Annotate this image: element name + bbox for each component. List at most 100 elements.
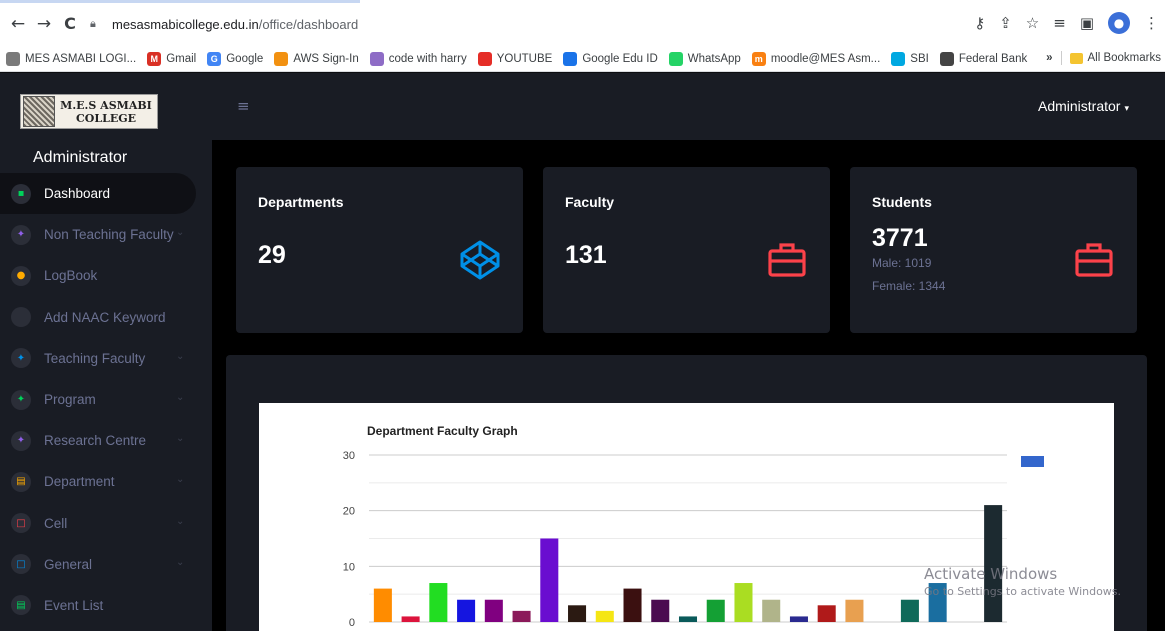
bookmark-item[interactable]: Google Edu ID <box>563 51 658 66</box>
bookmark-item[interactable]: SBI <box>891 51 929 66</box>
sidebar-item-dashboard[interactable]: ▪ Dashboard <box>0 173 196 215</box>
y-tick-label: 10 <box>343 561 355 573</box>
bookmark-item[interactable]: Federal Bank <box>939 51 1027 66</box>
bookmark-item[interactable]: AWS Sign-In <box>274 51 359 66</box>
logo-text: M.E.S ASMABI COLLEGE <box>55 99 157 125</box>
card-title: Departments <box>258 194 344 210</box>
sidebar-item-label: Non Teaching Faculty <box>44 227 174 243</box>
profile-avatar-icon[interactable]: ● <box>1108 12 1130 34</box>
watermark-subtitle: Go to Settings to activate Windows. <box>924 585 1122 598</box>
card-title: Faculty <box>565 194 615 210</box>
sidebar-item-logbook[interactable]: ● LogBook <box>0 255 212 296</box>
teaching-icon: ✦ <box>11 348 31 369</box>
event-icon: ▤ <box>11 595 31 616</box>
sidebar-item-add-naac-keyword[interactable]: Add NAAC Keyword <box>0 297 212 338</box>
share-icon[interactable]: ⇪ <box>999 14 1012 32</box>
back-arrow-icon[interactable]: ← <box>8 14 28 34</box>
main-content: Departments 29 Faculty 131 Students 3771… <box>212 140 1165 631</box>
sidebar-item-program[interactable]: ✦ Program ⌄ <box>0 379 212 420</box>
bookmark-item[interactable]: code with harry <box>369 51 467 66</box>
sidebar-item-label: General <box>44 556 93 572</box>
sidebar-item-label: LogBook <box>44 268 98 284</box>
bar <box>429 583 448 622</box>
bookmarks-overflow[interactable]: » All Bookmarks <box>1040 51 1161 65</box>
reload-icon[interactable]: C <box>60 14 80 34</box>
bar <box>706 599 725 622</box>
sidebar-item-label: Program <box>44 392 96 408</box>
bar <box>457 599 476 622</box>
kebab-menu-icon[interactable]: ⋮ <box>1144 14 1159 32</box>
chevron-down-icon: ⌄ <box>176 474 185 486</box>
sidebar: M.E.S ASMABI COLLEGE Administrator ▪ Dash… <box>0 73 212 631</box>
keyword-icon <box>11 307 31 328</box>
forward-arrow-icon[interactable]: → <box>34 14 54 34</box>
research-icon: ✦ <box>11 430 31 451</box>
bookmark-favicon-icon <box>477 51 492 66</box>
college-logo[interactable]: M.E.S ASMABI COLLEGE <box>20 94 158 129</box>
bookmark-item[interactable]: YOUTUBE <box>477 51 553 66</box>
hamburger-menu-icon[interactable]: ≡ <box>237 97 250 115</box>
bookmark-item[interactable]: WhatsApp <box>668 51 741 66</box>
bookmark-item[interactable]: G Google <box>207 51 264 66</box>
sidebar-item-label: Dashboard <box>44 186 111 202</box>
sidebar-item-event-list[interactable]: ▤ Event List <box>0 585 212 626</box>
card-value: 29 <box>258 241 286 269</box>
sidebar-item-general[interactable]: □ General ⌄ <box>0 544 212 585</box>
sidebar-item-label: Teaching Faculty <box>44 350 146 366</box>
user-dropdown[interactable]: Administrator ▾ <box>1038 98 1129 114</box>
address-bar[interactable]: 🔒︎ mesasmabicollege.edu.in/office/dashbo… <box>90 10 650 38</box>
cell-icon: □ <box>11 513 31 534</box>
star-icon[interactable]: ☆ <box>1026 14 1039 32</box>
sidebar-item-non-teaching-faculty[interactable]: ✦ Non Teaching Faculty ⌄ <box>0 214 212 255</box>
bookmark-favicon-icon <box>563 51 578 66</box>
bar <box>900 599 919 622</box>
legend-swatch <box>1021 456 1044 467</box>
caret-down-icon: ▾ <box>1124 104 1129 114</box>
app-root: M.E.S ASMABI COLLEGE Administrator ▪ Dash… <box>0 73 1165 631</box>
bookmark-label: SBI <box>910 52 929 65</box>
female-count: Female: 1344 <box>872 279 946 293</box>
bookmark-favicon-icon <box>668 51 683 66</box>
bar <box>984 505 1003 622</box>
sidebar-item-research-centre[interactable]: ✦ Research Centre ⌄ <box>0 420 212 461</box>
codepen-icon <box>460 240 500 280</box>
card-title: Students <box>872 194 932 210</box>
sidebar-item-cell[interactable]: □ Cell ⌄ <box>0 503 212 544</box>
sidebar-item-teaching-faculty[interactable]: ✦ Teaching Faculty ⌄ <box>0 338 212 379</box>
bookmark-item[interactable]: MES ASMABI LOGI... <box>6 51 137 66</box>
bookmark-favicon-icon <box>939 51 954 66</box>
chevron-down-icon: ⌄ <box>176 433 185 445</box>
y-tick-label: 0 <box>349 617 355 629</box>
logo-line-2: COLLEGE <box>76 111 136 125</box>
bookmark-label: MES ASMABI LOGI... <box>25 52 137 65</box>
bookmark-label: YOUTUBE <box>496 52 553 65</box>
bookmark-item[interactable]: m moodle@MES Asm... <box>751 51 880 66</box>
bookmark-item[interactable]: M Gmail <box>147 51 196 66</box>
bar <box>540 538 559 622</box>
overflow-chevron-icon[interactable]: » <box>1046 52 1052 64</box>
separator <box>1060 51 1062 65</box>
chevron-down-icon: ⌄ <box>176 556 185 568</box>
bookmark-favicon-icon <box>369 51 384 66</box>
reading-list-icon[interactable]: ≡ <box>1053 14 1066 32</box>
side-panel-icon[interactable]: ▣ <box>1080 14 1094 32</box>
y-tick-label: 20 <box>343 506 355 518</box>
male-count: Male: 1019 <box>872 256 932 270</box>
bookmark-label: Google <box>226 52 264 65</box>
sidebar-profile-name: Administrator <box>33 149 128 166</box>
bookmarks-bar: MES ASMABI LOGI... M Gmail G Google AWS Sign-… <box>0 46 1165 72</box>
sidebar-item-department[interactable]: ▤ Department ⌄ <box>0 461 212 502</box>
tab-strip-edge <box>0 0 360 3</box>
sidebar-item-label: Department <box>44 474 115 490</box>
briefcase-icon <box>768 243 806 277</box>
sidebar-item-label: Add NAAC Keyword <box>44 309 166 325</box>
sidebar-item-label: Cell <box>44 515 68 531</box>
faculty-icon: ✦ <box>11 224 31 245</box>
all-bookmarks-label[interactable]: All Bookmarks <box>1088 52 1162 64</box>
logbook-icon: ● <box>11 265 31 286</box>
folder-icon <box>1069 52 1083 64</box>
chevron-down-icon: ⌄ <box>176 227 185 239</box>
key-icon[interactable]: ⚷ <box>974 14 985 32</box>
chevron-down-icon: ⌄ <box>176 515 185 527</box>
bar <box>845 599 864 622</box>
